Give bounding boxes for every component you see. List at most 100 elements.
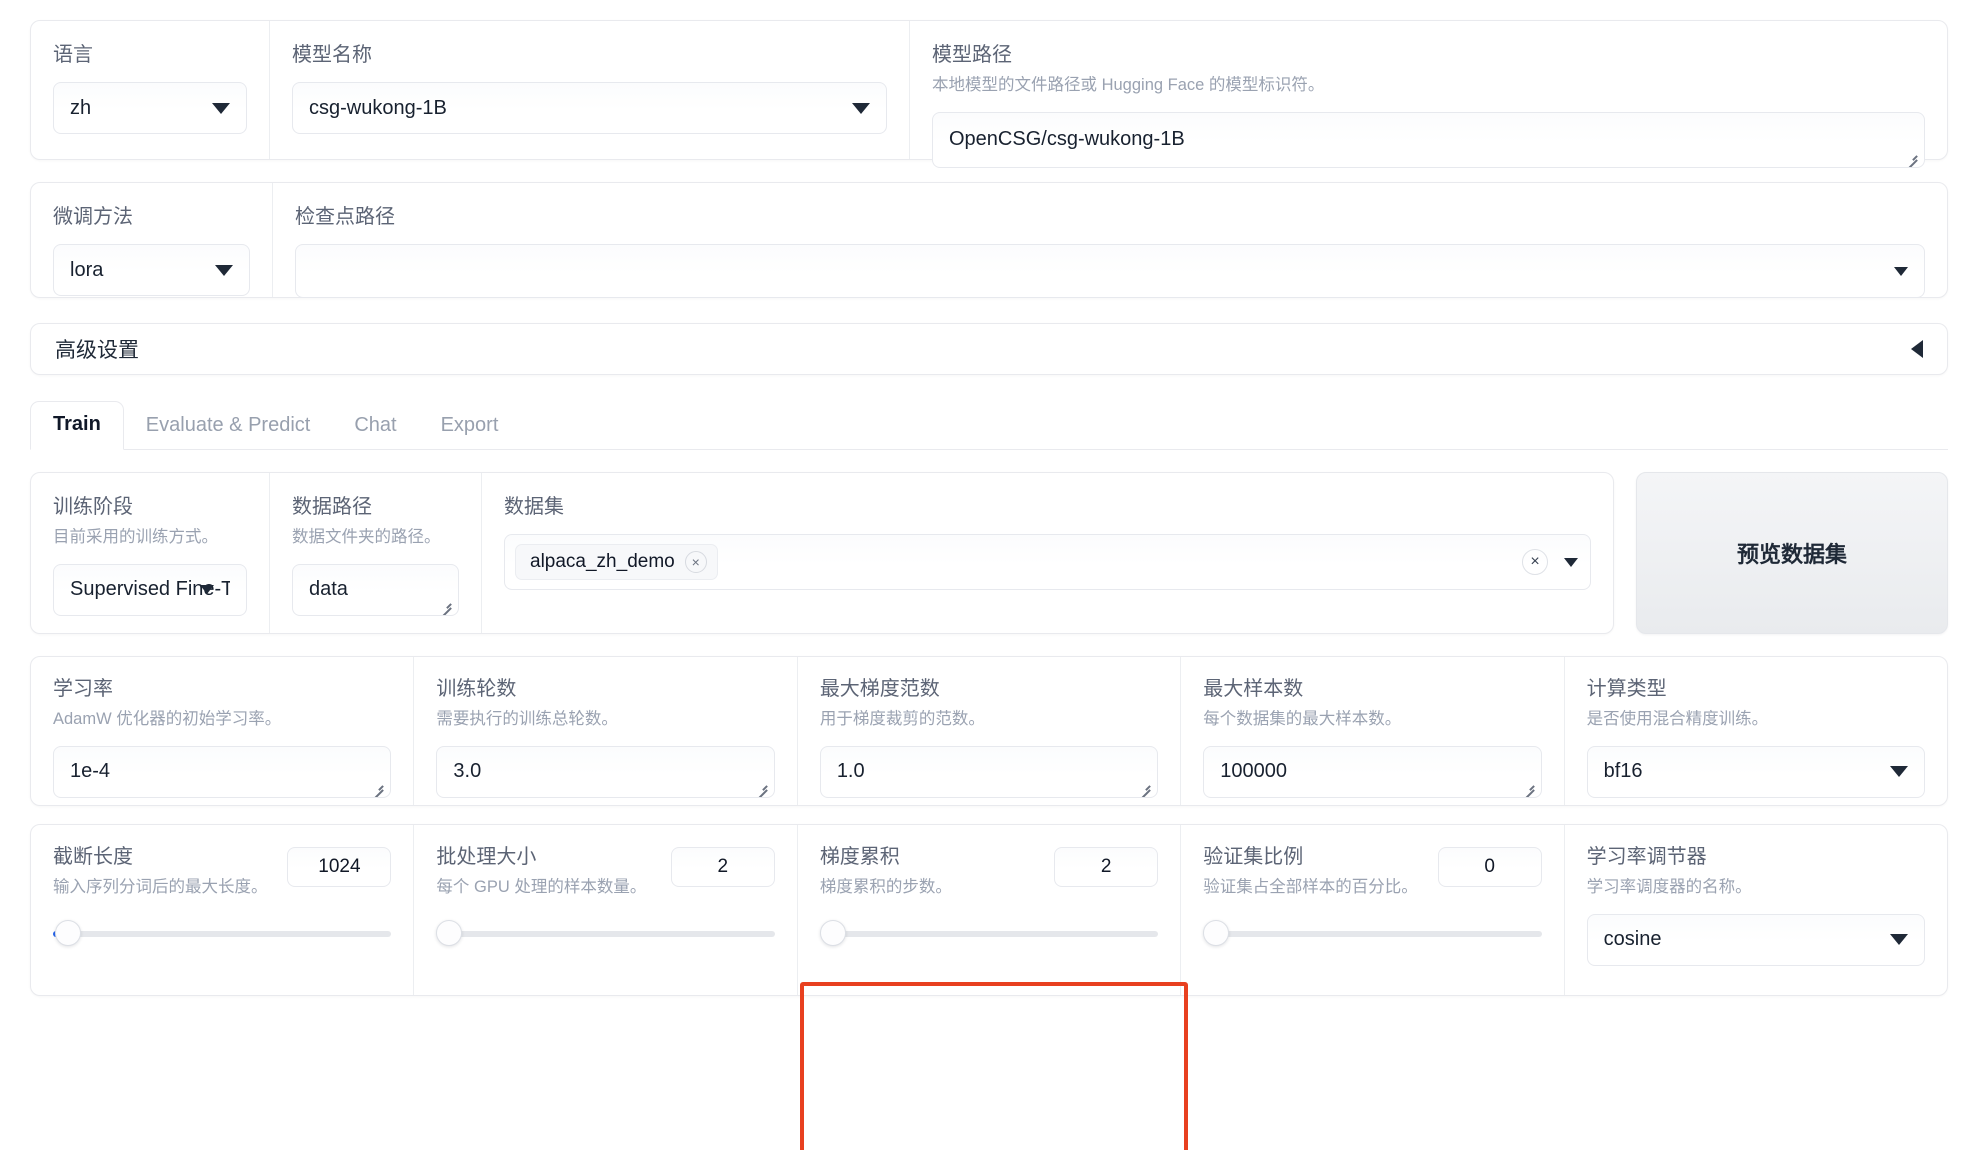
training-stage-cell: 训练阶段 目前采用的训练方式。 Supervised Fine-Tun	[31, 473, 269, 633]
slider-knob[interactable]	[436, 919, 463, 946]
lr-scheduler-description: 学习率调度器的名称。	[1586, 878, 1752, 896]
tab-evaluate-predict[interactable]: Evaluate & Predict	[124, 403, 333, 450]
gradient-accumulation-value[interactable]: 2	[1054, 847, 1159, 887]
resize-grip-icon[interactable]	[371, 780, 385, 797]
model-name-label: 模型名称	[292, 44, 372, 66]
model-path-cell: 模型路径 本地模型的文件路径或 Hugging Face 的模型标识符。 Ope…	[909, 21, 1947, 168]
batch-size-description: 每个 GPU 处理的样本数量。	[436, 878, 647, 896]
batch-size-cell: 批处理大小 每个 GPU 处理的样本数量。 2	[413, 825, 796, 995]
max-samples-description: 每个数据集的最大样本数。	[1203, 710, 1402, 728]
main-tabs: Train Evaluate & Predict Chat Export	[30, 401, 1948, 450]
val-size-label: 验证集比例	[1203, 846, 1304, 868]
dataset-label: 数据集	[504, 496, 564, 518]
slider-knob[interactable]	[819, 919, 846, 946]
dataset-multiselect[interactable]: alpaca_zh_demo × ×	[504, 534, 1591, 590]
advanced-settings-accordion[interactable]: 高级设置	[30, 323, 1948, 375]
chevron-down-icon[interactable]	[1564, 557, 1578, 567]
num-epochs-cell: 训练轮数 需要执行的训练总轮数。 3.0	[413, 657, 796, 805]
advanced-settings-title: 高级设置	[55, 339, 139, 362]
slider-track	[446, 930, 775, 937]
max-samples-label: 最大样本数	[1203, 678, 1304, 700]
triangle-left-icon[interactable]	[1911, 340, 1923, 358]
data-dir-label: 数据路径	[292, 496, 372, 518]
tab-train[interactable]: Train	[30, 401, 124, 450]
resize-grip-icon[interactable]	[439, 598, 453, 615]
slider-track	[829, 930, 1159, 937]
max-grad-norm-value: 1.0	[836, 760, 865, 783]
finetune-method-value: lora	[70, 258, 104, 281]
dataset-row: 训练阶段 目前采用的训练方式。 Supervised Fine-Tun 数据路径…	[30, 472, 1948, 634]
chevron-down-icon	[1890, 766, 1909, 778]
learning-rate-description: AdamW 优化器的初始学习率。	[53, 710, 282, 728]
learning-rate-value: 1e-4	[70, 760, 111, 783]
dataset-token[interactable]: alpaca_zh_demo ×	[515, 544, 718, 580]
max-samples-cell: 最大样本数 每个数据集的最大样本数。 100000	[1180, 657, 1563, 805]
training-stage-select[interactable]: Supervised Fine-Tun	[53, 563, 247, 616]
lr-scheduler-select[interactable]: cosine	[1586, 913, 1926, 966]
finetune-method-cell: 微调方法 lora	[31, 183, 272, 297]
slider-knob[interactable]	[55, 919, 81, 946]
lr-scheduler-cell: 学习率调节器 学习率调度器的名称。 cosine	[1563, 825, 1947, 995]
slider-knob[interactable]	[1203, 919, 1230, 946]
method-config-panel: 微调方法 lora 检查点路径	[30, 182, 1948, 298]
batch-size-label: 批处理大小	[436, 846, 537, 868]
model-name-select[interactable]: csg-wukong-1B	[292, 82, 887, 134]
cutoff-length-description: 输入序列分词后的最大长度。	[53, 878, 268, 896]
gradient-accumulation-description: 梯度累积的步数。	[819, 878, 952, 896]
model-name-cell: 模型名称 csg-wukong-1B	[269, 21, 909, 159]
model-path-input[interactable]: OpenCSG/csg-wukong-1B	[932, 111, 1925, 168]
model-path-description: 本地模型的文件路径或 Hugging Face 的模型标识符。	[932, 76, 1325, 94]
chevron-down-icon	[1894, 266, 1908, 276]
cutoff-length-cell: 截断长度 输入序列分词后的最大长度。 1024	[31, 825, 413, 995]
close-icon[interactable]: ×	[684, 551, 707, 573]
num-epochs-description: 需要执行的训练总轮数。	[436, 710, 618, 728]
val-size-description: 验证集占全部样本的百分比。	[1203, 878, 1418, 896]
model-path-value: OpenCSG/csg-wukong-1B	[949, 128, 1185, 151]
gradient-accumulation-slider[interactable]	[819, 919, 1159, 946]
resize-grip-icon[interactable]	[1138, 780, 1152, 797]
batch-size-value[interactable]: 2	[670, 847, 775, 887]
max-grad-norm-label: 最大梯度范数	[819, 678, 940, 700]
num-epochs-input[interactable]: 3.0	[436, 745, 775, 798]
model-name-value: csg-wukong-1B	[309, 96, 447, 119]
learning-rate-input[interactable]: 1e-4	[53, 745, 392, 798]
resize-grip-icon[interactable]	[1522, 780, 1536, 797]
dataset-panel: 训练阶段 目前采用的训练方式。 Supervised Fine-Tun 数据路径…	[30, 472, 1614, 634]
max-samples-input[interactable]: 100000	[1203, 745, 1542, 798]
slider-params-panel: 截断长度 输入序列分词后的最大长度。 1024 批处理大小 每个 GPU 处理的…	[30, 824, 1948, 996]
language-select[interactable]: zh	[53, 82, 247, 134]
checkpoint-path-select[interactable]	[295, 244, 1925, 298]
finetune-method-select[interactable]: lora	[53, 244, 250, 296]
slider-track	[1213, 930, 1542, 937]
hyperparameters-panel: 学习率 AdamW 优化器的初始学习率。 1e-4 训练轮数 需要执行的训练总轮…	[30, 656, 1948, 806]
clear-all-icon[interactable]: ×	[1522, 549, 1548, 575]
cutoff-length-slider[interactable]	[53, 919, 392, 946]
resize-grip-icon[interactable]	[755, 780, 769, 797]
batch-size-slider[interactable]	[436, 919, 775, 946]
tab-export[interactable]: Export	[419, 403, 521, 450]
num-epochs-value: 3.0	[453, 760, 482, 783]
cutoff-length-value[interactable]: 1024	[287, 847, 392, 887]
max-grad-norm-cell: 最大梯度范数 用于梯度裁剪的范数。 1.0	[796, 657, 1180, 805]
slider-track	[63, 930, 392, 937]
compute-type-select[interactable]: bf16	[1586, 745, 1926, 798]
resize-grip-icon[interactable]	[1905, 150, 1919, 167]
app-root: 语言 zh 模型名称 csg-wukong-1B 模型路径 本地模型的文件路径或…	[0, 20, 1978, 1150]
max-samples-value: 100000	[1220, 760, 1287, 783]
num-epochs-label: 训练轮数	[436, 678, 517, 700]
lr-scheduler-label: 学习率调节器	[1586, 846, 1707, 868]
tab-chat[interactable]: Chat	[332, 403, 418, 450]
gradient-accumulation-cell: 梯度累积 梯度累积的步数。 2	[796, 825, 1180, 995]
preview-dataset-button[interactable]: 预览数据集	[1636, 472, 1948, 634]
val-size-slider[interactable]	[1203, 919, 1542, 946]
gradient-accumulation-label: 梯度累积	[819, 846, 900, 868]
language-value: zh	[70, 96, 92, 119]
gradient-accumulation-highlight	[800, 982, 1188, 1150]
max-grad-norm-input[interactable]: 1.0	[819, 745, 1159, 798]
language-label: 语言	[53, 44, 93, 66]
model-path-label: 模型路径	[932, 44, 1012, 66]
val-size-value[interactable]: 0	[1437, 847, 1542, 887]
data-dir-input[interactable]: data	[292, 563, 459, 616]
learning-rate-label: 学习率	[53, 678, 113, 700]
training-stage-label: 训练阶段	[53, 496, 133, 518]
